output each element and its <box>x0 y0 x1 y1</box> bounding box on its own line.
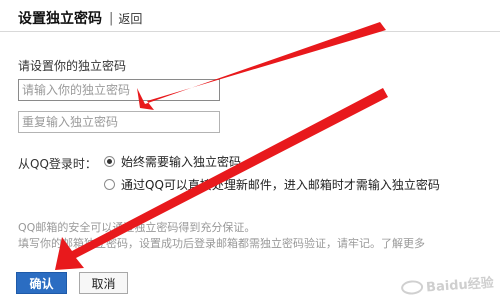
radio-button-checked[interactable] <box>104 156 115 167</box>
annotation-arrows <box>55 22 388 270</box>
radio-option-qq-direct[interactable]: 通过QQ可以直接处理新邮件，进入邮箱时才需输入独立密码 <box>104 176 440 193</box>
header: 设置独立密码 | 返回 <box>18 6 142 30</box>
title-separator: | <box>109 10 114 26</box>
login-option-label: 从QQ登录时： <box>18 157 97 171</box>
back-link[interactable]: 返回 <box>118 10 142 27</box>
instruction-note: 填写你的邮箱独立密码，设置成功后登录邮箱都需独立密码验证，请牢记。了解更多 <box>18 237 425 250</box>
radio-label-qq-direct: 通过QQ可以直接处理新邮件，进入邮箱时才需输入独立密码 <box>121 178 440 192</box>
baidu-watermark: Baidu经验 <box>400 272 495 297</box>
page-title: 设置独立密码 <box>18 11 102 27</box>
radio-label-always: 始终需要输入独立密码 <box>121 155 242 169</box>
header-divider <box>0 31 500 32</box>
radio-option-always[interactable]: 始终需要输入独立密码 <box>104 153 241 170</box>
watermark-text: Baidu经验 <box>425 275 495 296</box>
security-note: QQ邮箱的安全可以通过独立密码得到充分保证。 <box>18 221 256 234</box>
cancel-button[interactable]: 取消 <box>79 272 128 294</box>
confirm-button[interactable]: 确认 <box>16 272 67 294</box>
paw-logo-icon <box>400 279 424 295</box>
password-section-label: 请设置你的独立密码 <box>18 59 127 73</box>
confirm-password-input[interactable] <box>18 111 220 133</box>
password-input[interactable] <box>18 79 220 101</box>
radio-button-unchecked[interactable] <box>104 179 115 190</box>
